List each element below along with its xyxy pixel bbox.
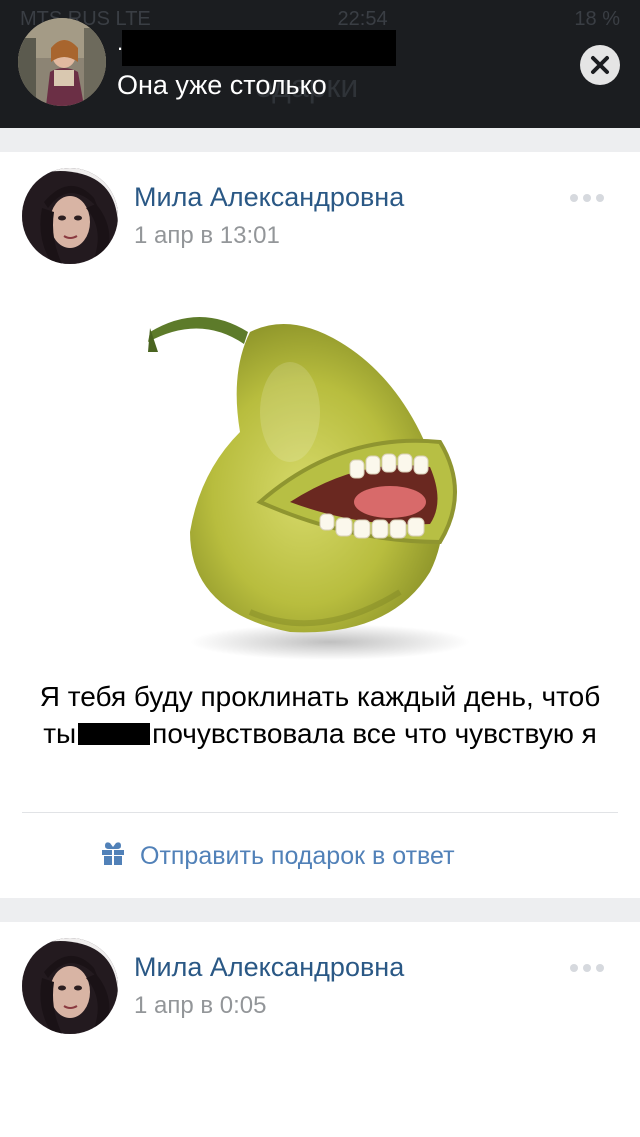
send-gift-reply-button[interactable]: Отправить подарок в ответ xyxy=(100,840,455,873)
author-avatar[interactable] xyxy=(22,938,118,1034)
divider xyxy=(22,812,618,813)
gift-post-card: Мила Александровна 1 апр в 0:05 xyxy=(0,922,640,1137)
gift-post-card: Мила Александровна 1 апр в 13:01 Я тебя … xyxy=(0,152,640,898)
redacted-word xyxy=(78,723,151,745)
post-author-name[interactable]: Мила Александровна xyxy=(134,952,404,983)
more-options-icon[interactable] xyxy=(570,194,604,202)
status-bar-behind: MTS RUS LTE 22:54 18 % xyxy=(20,8,620,31)
author-avatar[interactable] xyxy=(22,168,118,264)
more-options-icon[interactable] xyxy=(570,964,604,972)
notification-avatar xyxy=(18,18,106,106)
redacted-sender-name xyxy=(122,30,396,66)
battery-label: 18 % xyxy=(574,8,620,30)
post-date: 1 апр в 0:05 xyxy=(134,992,267,1019)
notification-banner[interactable]: MTS RUS LTE 22:54 18 % одарки . Она уже … xyxy=(0,0,640,128)
notification-message: Она уже столько xyxy=(117,70,327,100)
send-gift-reply-label: Отправить подарок в ответ xyxy=(140,842,455,870)
notification-sender: . xyxy=(117,30,124,55)
gift-message: Я тебя буду проклинать каждый день, чтоб… xyxy=(30,678,610,752)
close-icon[interactable] xyxy=(580,45,620,85)
gift-message-part2: почувствовала все что чувствую я xyxy=(152,718,597,749)
pear-gift-image xyxy=(140,292,500,662)
post-author-name[interactable]: Мила Александровна xyxy=(134,182,404,213)
post-date: 1 апр в 13:01 xyxy=(134,222,280,249)
clock-label: 22:54 xyxy=(337,8,388,30)
gift-icon xyxy=(100,840,126,873)
